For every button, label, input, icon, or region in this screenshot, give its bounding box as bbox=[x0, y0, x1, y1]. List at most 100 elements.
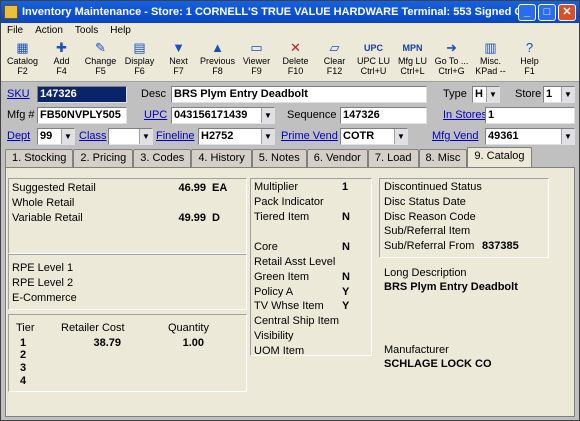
type-label: Type bbox=[443, 88, 467, 100]
tab-pricing[interactable]: 2. Pricing bbox=[73, 149, 134, 167]
core-label: Core bbox=[254, 241, 278, 253]
next-icon: ▼ bbox=[172, 40, 185, 55]
policy-a-label: Policy A bbox=[254, 286, 294, 298]
tier-header: Tier bbox=[16, 322, 35, 334]
title-bar[interactable]: Inventory Maintenance - Store: 1 CORNELL… bbox=[1, 1, 579, 23]
toolbar-shortcut: F4 bbox=[56, 66, 67, 76]
upc-dropdown[interactable]: 043156171439 ▼ bbox=[171, 107, 275, 124]
dept-dropdown[interactable]: 99 ▼ bbox=[37, 128, 75, 145]
tab-vendor[interactable]: 6. Vendor bbox=[306, 149, 368, 167]
prime-vend-dropdown[interactable]: COTR ▼ bbox=[340, 128, 408, 145]
menu-action[interactable]: Action bbox=[33, 25, 65, 36]
chevron-down-icon[interactable]: ▼ bbox=[561, 87, 574, 102]
tab-catalog[interactable]: 9. Catalog bbox=[467, 147, 532, 167]
type-dropdown[interactable]: H ▼ bbox=[472, 86, 500, 103]
toolbar-label: Previous bbox=[199, 56, 235, 66]
toolbar-button-change[interactable]: ✎ Change F5 bbox=[81, 38, 120, 80]
in-stores-label[interactable]: In Stores bbox=[443, 109, 487, 121]
class-label[interactable]: Class bbox=[79, 130, 107, 142]
toolbar-shortcut: F5 bbox=[95, 66, 106, 76]
catalog-panel: Suggested Retail 46.99 EA Whole Retail V… bbox=[5, 167, 575, 417]
manufacturer-label: Manufacturer bbox=[384, 344, 449, 356]
toolbar-button-delete[interactable]: ✕ Delete F10 bbox=[276, 38, 315, 80]
toolbar-button-add[interactable]: ✚ Add F4 bbox=[42, 38, 81, 80]
toolbar-button-go-to[interactable]: ➜ Go To ... Ctrl+G bbox=[432, 38, 471, 80]
quantity-header: Quantity bbox=[168, 322, 209, 334]
toolbar-button-clear[interactable]: ▱ Clear F12 bbox=[315, 38, 354, 80]
suggested-retail-unit: EA bbox=[212, 182, 228, 194]
toolbar-label: Display bbox=[124, 56, 155, 66]
tab-codes[interactable]: 3. Codes bbox=[133, 149, 192, 167]
menu-tools[interactable]: Tools bbox=[73, 25, 100, 36]
tab-misc[interactable]: 8. Misc bbox=[418, 149, 468, 167]
display-icon: ▤ bbox=[133, 40, 146, 55]
toolbar-button-help[interactable]: ? Help F1 bbox=[510, 38, 549, 80]
store-dropdown[interactable]: 1 ▼ bbox=[543, 86, 575, 103]
toolbar-label: Delete bbox=[282, 56, 309, 66]
tab-stocking[interactable]: 1. Stocking bbox=[5, 149, 74, 167]
toolbar-button-display[interactable]: ▤ Display F6 bbox=[120, 38, 159, 80]
tab-notes[interactable]: 5. Notes bbox=[251, 149, 307, 167]
disc-status-date-label: Disc Status Date bbox=[384, 196, 466, 208]
misc-icon: ▥ bbox=[484, 40, 497, 55]
class-dropdown[interactable]: ▼ bbox=[108, 128, 153, 145]
maximize-button[interactable]: □ bbox=[538, 3, 556, 21]
retail-asst-level-label: Retail Asst Level bbox=[254, 256, 336, 268]
central-ship-item-label: Central Ship Item bbox=[254, 315, 339, 327]
mfg-vend-dropdown[interactable]: 49361 ▼ bbox=[485, 128, 575, 145]
sequence-field[interactable]: 147326 bbox=[340, 107, 427, 124]
change-icon: ✎ bbox=[95, 40, 106, 55]
mfg-field[interactable]: FB50NVPLY505 bbox=[37, 107, 127, 124]
menu-file[interactable]: File bbox=[5, 25, 25, 36]
tab-history[interactable]: 4. History bbox=[191, 149, 252, 167]
upc-label[interactable]: UPC bbox=[144, 109, 167, 121]
chevron-down-icon[interactable]: ▼ bbox=[486, 87, 499, 102]
sku-label[interactable]: SKU bbox=[7, 88, 30, 100]
catalog-icon: ▦ bbox=[16, 40, 29, 55]
sku-field[interactable]: 147326 bbox=[37, 86, 127, 103]
green-item-value: N bbox=[342, 271, 350, 283]
toolbar-button-next[interactable]: ▼ Next F7 bbox=[159, 38, 198, 80]
chevron-down-icon[interactable]: ▼ bbox=[139, 129, 152, 144]
mfg-vend-label[interactable]: Mfg Vend bbox=[432, 130, 478, 142]
dept-label[interactable]: Dept bbox=[7, 130, 30, 142]
chevron-down-icon[interactable]: ▼ bbox=[261, 129, 274, 144]
toolbar-button-upc-lu[interactable]: UPC UPC LU Ctrl+U bbox=[354, 38, 393, 80]
tv-whse-item-value: Y bbox=[342, 300, 350, 312]
goto-icon: ➜ bbox=[446, 40, 457, 55]
toolbar-shortcut: F6 bbox=[134, 66, 145, 76]
in-stores-field[interactable]: 1 bbox=[485, 107, 575, 124]
viewer-icon: ▭ bbox=[250, 40, 263, 55]
tier-row-1-cost: 38.79 bbox=[93, 337, 121, 349]
prime-vend-label[interactable]: Prime Vend bbox=[281, 130, 338, 142]
minimize-button[interactable]: _ bbox=[518, 3, 536, 21]
desc-field[interactable]: BRS Plym Entry Deadbolt bbox=[171, 86, 427, 103]
mfg-lookup-icon: MPN bbox=[402, 43, 423, 53]
toolbar-button-mfg-lu[interactable]: MPN Mfg LU Ctrl+L bbox=[393, 38, 432, 80]
chevron-down-icon[interactable]: ▼ bbox=[61, 129, 74, 144]
close-button[interactable]: ✕ bbox=[558, 3, 576, 21]
variable-retail-label: Variable Retail bbox=[12, 212, 83, 224]
variable-retail-value: 49.99 bbox=[178, 212, 206, 224]
toolbar-button-viewer[interactable]: ▭ Viewer F9 bbox=[237, 38, 276, 80]
rpe-level-2-label: RPE Level 2 bbox=[12, 277, 74, 289]
fineline-label[interactable]: Fineline bbox=[156, 130, 195, 142]
toolbar-button-catalog[interactable]: ▦ Catalog F2 bbox=[3, 38, 42, 80]
chevron-down-icon[interactable]: ▼ bbox=[394, 129, 407, 144]
toolbar-label: Add bbox=[53, 56, 70, 66]
toolbar-button-misc[interactable]: ▥ Misc. KPad -- bbox=[471, 38, 510, 80]
toolbar-label: Misc. bbox=[480, 56, 501, 66]
mfg-label: Mfg # bbox=[7, 109, 35, 121]
toolbar-shortcut: Ctrl+G bbox=[438, 66, 465, 76]
tab-load[interactable]: 7. Load bbox=[367, 149, 419, 167]
toolbar-button-previous[interactable]: ▲ Previous F8 bbox=[198, 38, 237, 80]
toolbar-shortcut: F8 bbox=[212, 66, 223, 76]
tier-row-4-tier: 4 bbox=[20, 375, 27, 387]
toolbar-shortcut: KPad -- bbox=[475, 66, 506, 76]
toolbar-label: Help bbox=[520, 56, 539, 66]
chevron-down-icon[interactable]: ▼ bbox=[261, 108, 274, 123]
fineline-dropdown[interactable]: H2752 ▼ bbox=[198, 128, 275, 145]
toolbar: ▦ Catalog F2 ✚ Add F4 ✎ Change F5 ▤ Display F6 ▼ Next… bbox=[1, 38, 579, 82]
chevron-down-icon[interactable]: ▼ bbox=[561, 129, 574, 144]
menu-help[interactable]: Help bbox=[108, 25, 133, 36]
